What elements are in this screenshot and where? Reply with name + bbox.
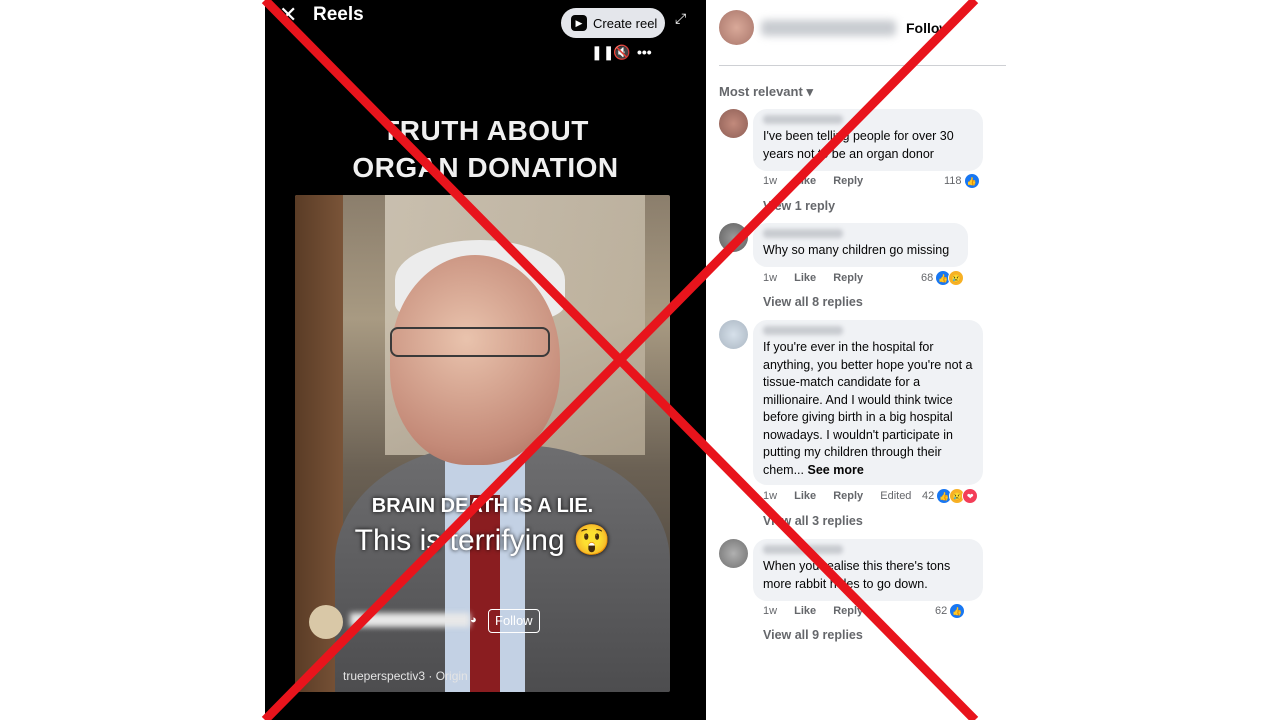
audio-label[interactable]: trueperspectiv3 · Origin <box>343 669 468 683</box>
comment-time[interactable]: 1w <box>763 272 777 284</box>
comment-bubble: When you realise this there's tons more … <box>753 539 983 601</box>
reel-follow-button[interactable]: Follow <box>488 609 540 633</box>
video-title-text: TRUTH ABOUT ORGAN DONATION <box>265 112 706 186</box>
more-options-icon[interactable]: ••• <box>637 44 652 60</box>
view-replies-link[interactable]: View all 8 replies <box>763 295 863 309</box>
mute-icon[interactable]: 🔇 <box>613 44 630 61</box>
sort-dropdown[interactable]: Most relevant ▾ <box>719 84 813 100</box>
video-title-line: TRUTH ABOUT ORGAN DONATION <box>352 115 619 183</box>
love-reaction-icon: ❤ <box>962 488 979 504</box>
video-frame[interactable]: BRAIN DEATH IS A LIE. This is terrifying… <box>295 195 670 692</box>
like-link[interactable]: Like <box>794 490 816 502</box>
reaction-count: 42 <box>922 490 935 502</box>
commenter-name-redacted[interactable] <box>763 326 843 335</box>
commenter-avatar[interactable] <box>719 539 748 568</box>
reply-link[interactable]: Reply <box>833 175 863 187</box>
comment-text-body: If you're ever in the hospital for anyth… <box>763 340 973 477</box>
reply-link[interactable]: Reply <box>833 490 863 502</box>
reply-link[interactable]: Reply <box>833 605 863 617</box>
like-link[interactable]: Like <box>794 175 816 187</box>
comment-text: Why so many children go missing <box>763 243 950 257</box>
comment-bubble: If you're ever in the hospital for anyth… <box>753 320 983 485</box>
view-replies-link[interactable]: View 1 reply <box>763 199 835 213</box>
like-reaction-icon: 👍 <box>949 603 966 619</box>
author-avatar[interactable] <box>719 10 754 45</box>
comment-time[interactable]: 1w <box>763 175 777 187</box>
expand-icon[interactable]: ⤢ <box>675 10 686 27</box>
comment-actions: 1w Like Reply <box>763 175 877 187</box>
video-caption: This is terrifying 😲 <box>354 524 611 557</box>
video-person-glasses <box>390 327 550 357</box>
view-replies-link[interactable]: View all 9 replies <box>763 628 863 642</box>
reaction-summary[interactable]: 68 👍 😢 <box>921 270 965 286</box>
video-person-face <box>390 255 560 465</box>
globe-icon: ◕ <box>470 614 477 626</box>
comment-text: When you realise this there's tons more … <box>763 559 951 591</box>
reaction-count: 62 <box>935 605 948 617</box>
like-link[interactable]: Like <box>794 272 816 284</box>
like-link[interactable]: Like <box>794 605 816 617</box>
edited-label: Edited <box>880 490 912 502</box>
reel-owner-avatar[interactable] <box>309 605 343 639</box>
reels-title: Reels <box>313 4 364 25</box>
reaction-summary[interactable]: 62 👍 <box>935 603 966 619</box>
commenter-avatar[interactable] <box>719 320 748 349</box>
reel-owner-name-redacted[interactable] <box>350 613 470 627</box>
commenter-name-redacted[interactable] <box>763 229 843 238</box>
comment-actions: 1w Like Reply Edited <box>763 490 925 502</box>
divider <box>719 65 1006 66</box>
pause-icon[interactable]: ❚❚ <box>591 44 614 61</box>
see-more-link[interactable]: See more <box>807 463 863 477</box>
reaction-summary[interactable]: 42 👍 😢 ❤ <box>922 488 979 504</box>
comment-time[interactable]: 1w <box>763 490 777 502</box>
create-reel-label: Create reel <box>593 15 658 31</box>
video-caption-bold: BRAIN DEATH IS A LIE. <box>371 495 594 517</box>
sort-label: Most relevant <box>719 84 803 99</box>
comment-actions: 1w Like Reply <box>763 272 877 284</box>
create-reel-button[interactable]: ▶ Create reel <box>561 8 665 38</box>
view-replies-link[interactable]: View all 3 replies <box>763 514 863 528</box>
reel-viewer: ✕ Reels ▶ Create reel ⤢ ❚❚ 🔇 ••• TRUTH A… <box>265 0 706 720</box>
comment-time[interactable]: 1w <box>763 605 777 617</box>
comment-text: I've been telling people for over 30 yea… <box>763 129 954 161</box>
comment-bubble: Why so many children go missing <box>753 223 968 267</box>
reply-link[interactable]: Reply <box>833 272 863 284</box>
reaction-count: 68 <box>921 272 934 284</box>
commenter-name-redacted[interactable] <box>763 545 843 554</box>
author-name-redacted[interactable] <box>761 20 896 36</box>
comments-panel: Follow Most relevant ▾ I've been telling… <box>706 0 1016 720</box>
reel-icon: ▶ <box>571 15 587 31</box>
comment-bubble: I've been telling people for over 30 yea… <box>753 109 983 171</box>
commenter-avatar[interactable] <box>719 223 748 252</box>
chevron-down-icon: ▾ <box>806 84 813 99</box>
close-icon[interactable]: ✕ <box>279 2 297 28</box>
like-reaction-icon: 👍 <box>963 173 980 189</box>
reaction-summary[interactable]: 118 👍 <box>944 173 980 189</box>
commenter-name-redacted[interactable] <box>763 115 843 124</box>
comment-text: If you're ever in the hospital for anyth… <box>763 339 973 479</box>
commenter-avatar[interactable] <box>719 109 748 138</box>
comment-actions: 1w Like Reply <box>763 605 877 617</box>
author-follow-button[interactable]: Follow <box>906 20 950 36</box>
reaction-count: 118 <box>944 175 962 187</box>
sad-reaction-icon: 😢 <box>948 270 965 286</box>
